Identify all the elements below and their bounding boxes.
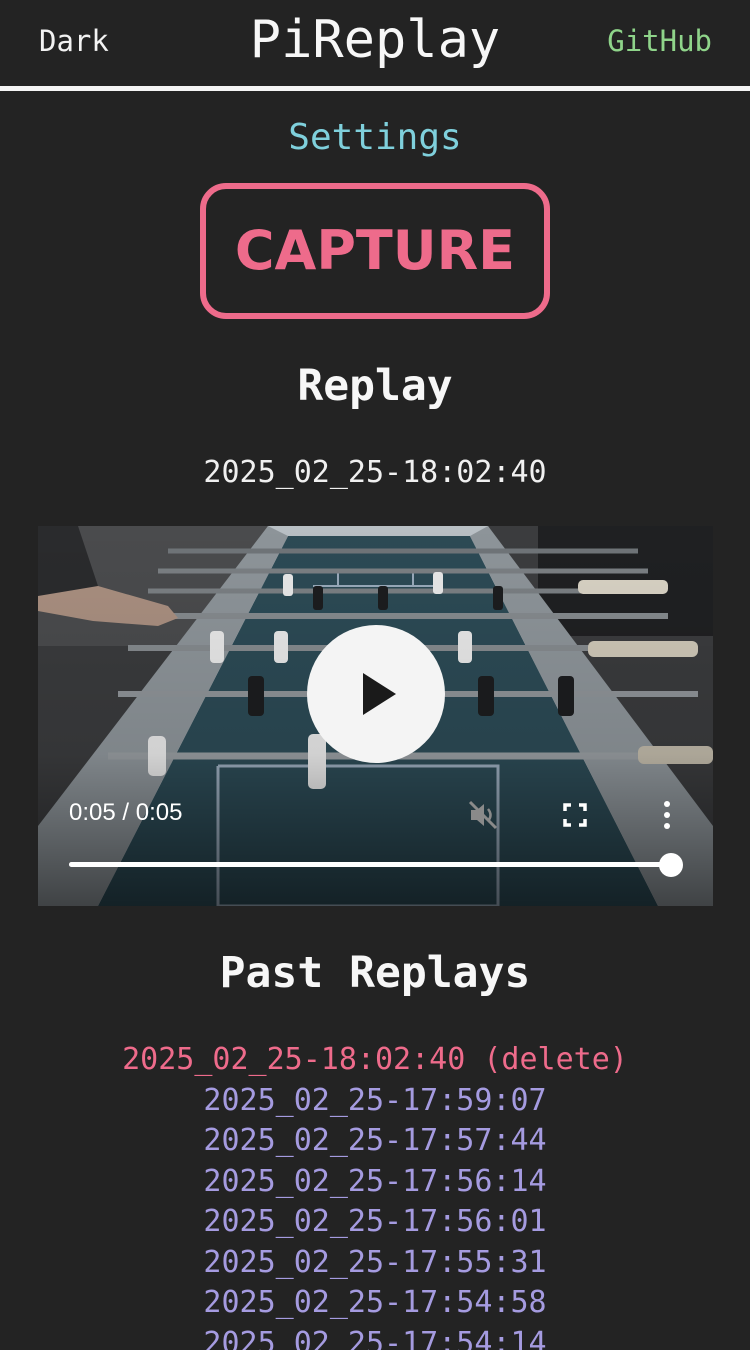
replay-video-player[interactable]: 0:05 / 0:05 — [38, 526, 713, 906]
past-replays-list: 2025_02_25-18:02:40 (delete) 2025_02_25-1… — [0, 1040, 750, 1350]
seek-bar-thumb[interactable] — [659, 853, 683, 877]
replay-link[interactable]: 2025_02_25-18:02:40 — [122, 1042, 465, 1077]
list-item: 2025_02_25-17:55:31 — [0, 1243, 750, 1284]
replay-link[interactable]: 2025_02_25-17:56:01 — [203, 1204, 546, 1239]
replay-link[interactable]: 2025_02_25-17:54:14 — [203, 1326, 546, 1350]
muted-speaker-icon[interactable] — [465, 797, 501, 833]
list-item: 2025_02_25-17:56:01 — [0, 1202, 750, 1243]
play-button[interactable] — [307, 625, 445, 763]
replay-link[interactable]: 2025_02_25-17:55:31 — [203, 1245, 546, 1280]
header-divider — [0, 86, 750, 91]
list-item: 2025_02_25-18:02:40 (delete) — [0, 1040, 750, 1081]
capture-button[interactable]: CAPTURE — [200, 183, 550, 319]
video-time-readout: 0:05 / 0:05 — [69, 799, 183, 826]
replay-link[interactable]: 2025_02_25-17:56:14 — [203, 1164, 546, 1199]
list-item: 2025_02_25-17:56:14 — [0, 1162, 750, 1203]
replay-heading: Replay — [297, 361, 453, 411]
replay-link[interactable]: 2025_02_25-17:59:07 — [203, 1083, 546, 1118]
play-icon — [363, 673, 396, 715]
current-replay-timestamp: 2025_02_25-18:02:40 — [203, 455, 547, 490]
list-item: 2025_02_25-17:59:07 — [0, 1081, 750, 1122]
replay-link[interactable]: 2025_02_25-17:54:58 — [203, 1285, 546, 1320]
delete-replay-link[interactable]: (delete) — [483, 1042, 628, 1077]
list-item: 2025_02_25-17:54:14 — [0, 1324, 750, 1350]
top-nav: Dark PiReplay GitHub — [0, 0, 750, 86]
past-replays-heading: Past Replays — [219, 948, 531, 998]
seek-bar[interactable] — [69, 853, 683, 877]
settings-link[interactable]: Settings — [0, 117, 750, 158]
github-link[interactable]: GitHub — [607, 24, 712, 58]
list-item: 2025_02_25-17:57:44 — [0, 1121, 750, 1162]
more-vertical-icon[interactable] — [649, 797, 685, 833]
fullscreen-icon[interactable] — [557, 797, 593, 833]
seek-bar-progress — [69, 862, 671, 867]
list-item: 2025_02_25-17:54:58 — [0, 1283, 750, 1324]
replay-link[interactable]: 2025_02_25-17:57:44 — [203, 1123, 546, 1158]
